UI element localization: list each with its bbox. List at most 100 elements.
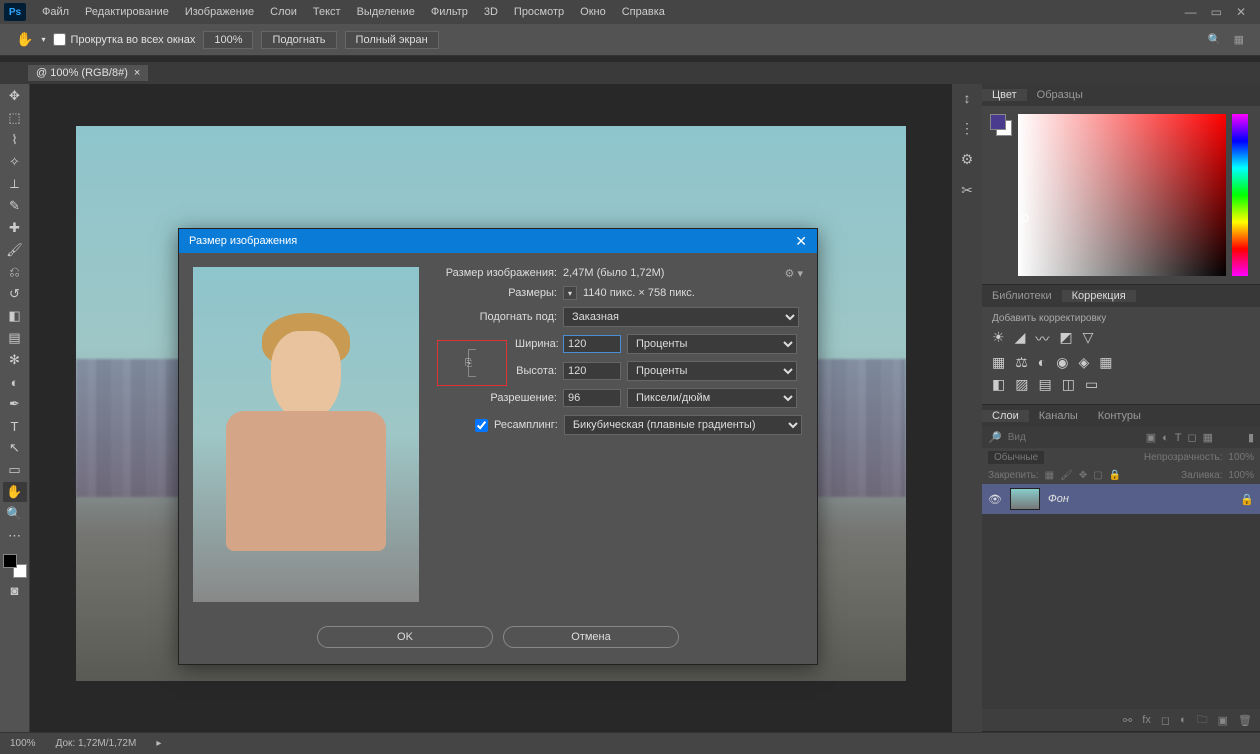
layer-mask-icon[interactable]: ◻ [1161, 714, 1170, 727]
resample-checkbox[interactable] [475, 419, 488, 432]
brush-settings-panel-icon[interactable]: ⚙ [961, 151, 974, 168]
filter-toggle-icon[interactable]: ▮ [1248, 431, 1254, 444]
hand-tool[interactable]: ✋ [3, 482, 27, 502]
lock-transparency-icon[interactable]: ▦ [1045, 470, 1054, 481]
lock-all-icon[interactable]: 🔒 [1109, 470, 1121, 481]
layer-visibility-icon[interactable]: 👁 [988, 493, 1002, 506]
search-icon[interactable]: 🔍 [1208, 33, 1222, 46]
dodge-tool[interactable]: ◐ [3, 372, 27, 392]
width-input[interactable] [563, 335, 621, 353]
filter-adjustment-icon[interactable]: ◐ [1162, 432, 1169, 444]
foreground-background-swatch[interactable] [3, 554, 27, 578]
dialog-close-icon[interactable]: ✕ [795, 233, 807, 250]
move-tool[interactable]: ✥ [3, 86, 27, 106]
color-lookup-icon[interactable]: ▦ [1099, 354, 1112, 371]
layer-filter-type-icon[interactable]: 🔎 [988, 431, 1002, 444]
status-doc-size[interactable]: Док: 1,72M/1,72M [56, 738, 137, 749]
lock-position-icon[interactable]: ✥ [1079, 470, 1087, 481]
layer-thumbnail[interactable] [1010, 488, 1040, 510]
zoom-value-button[interactable]: 100% [203, 31, 253, 49]
link-layers-icon[interactable]: ⚯ [1123, 714, 1132, 727]
hue-sat-icon[interactable]: ▦ [992, 354, 1005, 371]
dimensions-dropdown-icon[interactable]: ▾ [563, 286, 577, 300]
menu-file[interactable]: Файл [34, 6, 77, 18]
brush-tool[interactable]: 🖌 [3, 240, 27, 260]
zoom-tool[interactable]: 🔍 [3, 504, 27, 524]
status-zoom[interactable]: 100% [10, 738, 36, 749]
tab-color[interactable]: Цвет [982, 89, 1027, 101]
height-unit-select[interactable]: Проценты [627, 361, 797, 381]
filter-type-icon[interactable]: T [1175, 432, 1182, 444]
gradient-map-icon[interactable]: ▭ [1085, 376, 1098, 393]
posterize-icon[interactable]: ▨ [1015, 376, 1028, 393]
type-tool[interactable]: T [3, 416, 27, 436]
tab-layers[interactable]: Слои [982, 410, 1029, 422]
maximize-icon[interactable]: ▭ [1211, 5, 1222, 19]
lock-pixels-icon[interactable]: 🖌 [1060, 470, 1073, 481]
menu-image[interactable]: Изображение [177, 6, 262, 18]
height-input[interactable] [563, 362, 621, 380]
tab-libraries[interactable]: Библиотеки [982, 290, 1062, 302]
tool-dropdown-icon[interactable]: ▾ [41, 35, 45, 44]
eyedropper-tool[interactable]: ✎ [3, 196, 27, 216]
close-icon[interactable]: ✕ [1236, 5, 1246, 19]
opacity-value[interactable]: 100% [1228, 452, 1254, 463]
hand-tool-icon[interactable]: ✋ [16, 31, 33, 48]
color-swatch-control[interactable] [990, 114, 1012, 136]
curves-icon[interactable]: 〰 [1035, 329, 1049, 349]
threshold-icon[interactable]: ▤ [1038, 376, 1051, 393]
healing-brush-tool[interactable]: ✚ [3, 218, 27, 238]
menu-text[interactable]: Текст [305, 6, 349, 18]
ok-button[interactable]: OK [317, 626, 493, 648]
layer-style-icon[interactable]: fx [1142, 714, 1151, 726]
edit-toolbar[interactable]: ⋯ [3, 526, 27, 546]
layer-lock-icon[interactable]: 🔒 [1240, 493, 1254, 506]
color-picker-field[interactable] [1018, 114, 1226, 276]
brightness-contrast-icon[interactable]: ☀ [992, 329, 1005, 349]
fullscreen-button[interactable]: Полный экран [345, 31, 439, 49]
crop-tool[interactable]: ⟂ [3, 174, 27, 194]
photo-filter-icon[interactable]: ◉ [1056, 354, 1068, 371]
hue-slider[interactable] [1232, 114, 1248, 276]
lasso-tool[interactable]: ⌇ [3, 130, 27, 150]
menu-view[interactable]: Просмотр [506, 6, 572, 18]
document-tab[interactable]: @ 100% (RGB/8#) × [28, 65, 148, 81]
foreground-color-swatch[interactable] [3, 554, 17, 568]
layer-search-input[interactable] [1008, 432, 1140, 443]
path-select-tool[interactable]: ↖ [3, 438, 27, 458]
layer-group-icon[interactable]: 🗀 [1197, 711, 1208, 730]
cancel-button[interactable]: Отмена [503, 626, 679, 648]
filter-smart-icon[interactable]: ▦ [1203, 431, 1213, 444]
blur-tool[interactable]: ✻ [3, 350, 27, 370]
menu-edit[interactable]: Редактирование [77, 6, 177, 18]
eraser-tool[interactable]: ◧ [3, 306, 27, 326]
layer-item-background[interactable]: 👁 Фон 🔒 [982, 484, 1260, 514]
menu-select[interactable]: Выделение [349, 6, 423, 18]
adjustment-layer-icon[interactable]: ◐ [1180, 714, 1187, 726]
status-chevron-icon[interactable]: ▸ [156, 738, 161, 749]
resolution-unit-select[interactable]: Пиксели/дюйм [627, 388, 797, 408]
history-panel-icon[interactable]: ↕ [964, 90, 971, 106]
workspace-switcher-icon[interactable]: ▦ [1234, 33, 1244, 46]
channel-mixer-icon[interactable]: ◈ [1078, 354, 1089, 371]
delete-layer-icon[interactable]: 🗑 [1238, 714, 1252, 727]
blend-mode-select[interactable]: Обычные [988, 451, 1044, 464]
tab-paths[interactable]: Контуры [1088, 410, 1151, 422]
document-tab-close-icon[interactable]: × [134, 67, 140, 79]
resample-select[interactable]: Бикубическая (плавные градиенты) [564, 415, 802, 435]
tab-adjustments[interactable]: Коррекция [1062, 290, 1136, 302]
color-balance-icon[interactable]: ⚖ [1015, 354, 1028, 371]
minimize-icon[interactable]: — [1185, 5, 1197, 19]
exposure-icon[interactable]: ◩ [1059, 329, 1072, 349]
selective-color-icon[interactable]: ◫ [1062, 376, 1075, 393]
brushes-panel-icon[interactable]: ⋮ [960, 120, 974, 137]
properties-panel-icon[interactable]: ✂ [961, 182, 973, 199]
dialog-settings-icon[interactable]: ⚙ ▾ [785, 267, 803, 280]
vibrance-icon[interactable]: ▽ [1083, 329, 1094, 349]
tab-channels[interactable]: Каналы [1029, 410, 1088, 422]
quick-mask-tool[interactable]: ◙ [3, 580, 27, 600]
fill-value[interactable]: 100% [1228, 470, 1254, 481]
constrain-proportions-icon[interactable] [468, 349, 476, 377]
fit-to-select[interactable]: Заказная [563, 307, 799, 327]
menu-3d[interactable]: 3D [476, 6, 506, 18]
